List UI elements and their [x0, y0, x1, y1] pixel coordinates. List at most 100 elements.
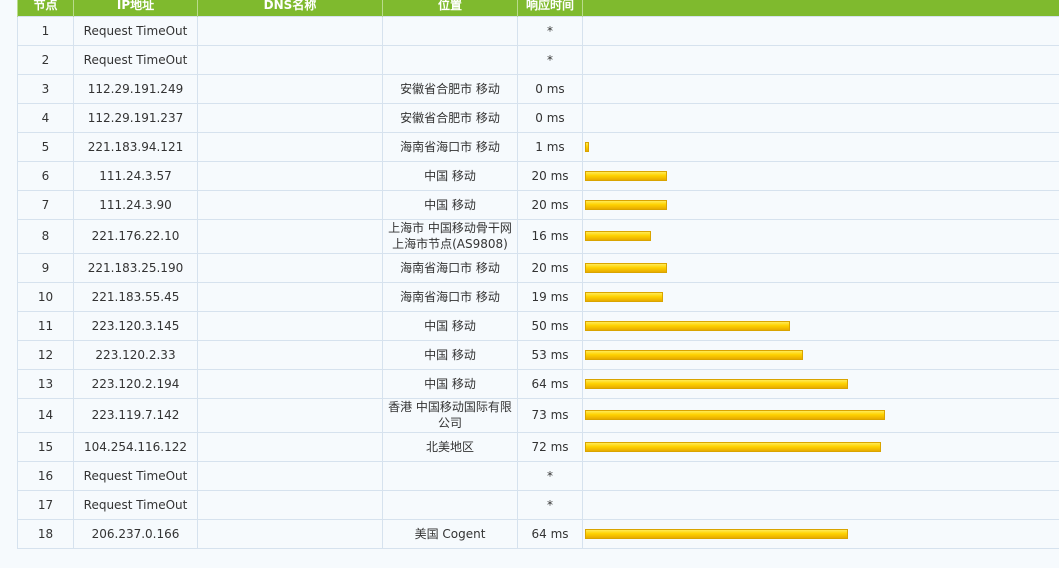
traceroute-table: 节点 IP地址 DNS名称 位置 响应时间 1 Request TimeOut * 2…: [17, 0, 1059, 549]
dns-cell: [197, 431, 383, 462]
response-bar-cell: [582, 44, 1059, 75]
header-hop: 节点: [17, 0, 74, 16]
hop-cell: 10: [17, 281, 74, 312]
response-bar-cell: [582, 252, 1059, 283]
ip-cell: 223.120.2.194: [73, 368, 198, 399]
location-text: 香港 中国移动国际有限公司: [388, 400, 512, 430]
ip-cell: 221.183.94.121: [73, 131, 198, 162]
ip-cell: Request TimeOut: [73, 460, 198, 491]
location-text: 上海市 中国移动骨干网上海市节点(AS9808): [388, 221, 512, 251]
response-time-cell: 20 ms: [517, 160, 583, 191]
location-cell: [382, 489, 518, 520]
location-cell: [382, 460, 518, 491]
dns-cell: [197, 102, 383, 133]
location-cell: 海南省海口市 移动: [382, 252, 518, 283]
table-body: 1 Request TimeOut * 2 Request TimeOut * 3 112.2…: [17, 15, 1059, 549]
location-cell: 美国 Cogent: [382, 518, 518, 549]
header-ip: IP地址: [73, 0, 198, 16]
table-row: 9 221.183.25.190 海南省海口市 移动 20 ms: [17, 252, 1059, 283]
response-time-bar: [585, 199, 667, 210]
response-time-cell: 20 ms: [517, 189, 583, 220]
response-bar-cell: [582, 431, 1059, 462]
location-cell: 安徽省合肥市 移动: [382, 73, 518, 104]
response-time-bar: [585, 378, 848, 389]
location-cell: 香港 中国移动国际有限公司: [382, 397, 518, 433]
dns-cell: [197, 15, 383, 46]
ip-cell: 221.176.22.10: [73, 218, 198, 254]
location-cell: 海南省海口市 移动: [382, 281, 518, 312]
dns-cell: [197, 131, 383, 162]
ip-cell: 223.119.7.142: [73, 397, 198, 433]
hop-cell: 15: [17, 431, 74, 462]
location-text: 北美地区: [425, 439, 474, 454]
location-text: 中国 移动: [424, 347, 476, 362]
response-time-bar: [585, 291, 663, 302]
hop-cell: 9: [17, 252, 74, 283]
response-bar-cell: [582, 339, 1059, 370]
dns-cell: [197, 460, 383, 491]
hop-cell: 8: [17, 218, 74, 254]
location-text: 中国 移动: [424, 376, 476, 391]
hop-cell: 12: [17, 339, 74, 370]
response-time-bar: [585, 170, 667, 181]
ip-cell: 221.183.25.190: [73, 252, 198, 283]
ip-cell: 112.29.191.249: [73, 73, 198, 104]
location-cell: 中国 移动: [382, 339, 518, 370]
ip-cell: Request TimeOut: [73, 489, 198, 520]
table-row: 17 Request TimeOut *: [17, 489, 1059, 520]
response-time-bar: [585, 141, 589, 152]
hop-cell: 5: [17, 131, 74, 162]
location-cell: 中国 移动: [382, 160, 518, 191]
hop-cell: 3: [17, 73, 74, 104]
response-time-cell: 0 ms: [517, 73, 583, 104]
hop-cell: 13: [17, 368, 74, 399]
table-row: 13 223.120.2.194 中国 移动 64 ms: [17, 368, 1059, 399]
response-time-cell: *: [517, 15, 583, 46]
table-row: 8 221.176.22.10 上海市 中国移动骨干网上海市节点(AS9808) 16…: [17, 218, 1059, 254]
response-bar-cell: [582, 73, 1059, 104]
dns-cell: [197, 310, 383, 341]
table-row: 3 112.29.191.249 安徽省合肥市 移动 0 ms: [17, 73, 1059, 104]
table-row: 14 223.119.7.142 香港 中国移动国际有限公司 73 ms: [17, 397, 1059, 433]
response-bar-cell: [582, 397, 1059, 433]
table-row: 16 Request TimeOut *: [17, 460, 1059, 491]
response-time-bar: [585, 262, 667, 273]
response-time-cell: 64 ms: [517, 518, 583, 549]
response-time-cell: 1 ms: [517, 131, 583, 162]
hop-cell: 4: [17, 102, 74, 133]
ip-cell: 112.29.191.237: [73, 102, 198, 133]
response-time-cell: 50 ms: [517, 310, 583, 341]
ip-cell: 111.24.3.90: [73, 189, 198, 220]
ip-cell: 223.120.2.33: [73, 339, 198, 370]
response-time-bar: [585, 231, 651, 241]
ip-cell: Request TimeOut: [73, 15, 198, 46]
dns-cell: [197, 489, 383, 520]
location-text: 中国 移动: [424, 168, 476, 183]
hop-cell: 1: [17, 15, 74, 46]
location-text: 中国 移动: [424, 197, 476, 212]
ip-cell: 206.237.0.166: [73, 518, 198, 549]
table-row: 7 111.24.3.90 中国 移动 20 ms: [17, 189, 1059, 220]
dns-cell: [197, 281, 383, 312]
response-bar-cell: [582, 460, 1059, 491]
response-time-cell: *: [517, 460, 583, 491]
location-text: 中国 移动: [424, 318, 476, 333]
response-bar-cell: [582, 489, 1059, 520]
response-bar-cell: [582, 160, 1059, 191]
location-cell: 上海市 中国移动骨干网上海市节点(AS9808): [382, 218, 518, 254]
dns-cell: [197, 339, 383, 370]
response-time-bar: [585, 410, 885, 420]
response-bar-cell: [582, 131, 1059, 162]
table-row: 15 104.254.116.122 北美地区 72 ms: [17, 431, 1059, 462]
response-time-bar: [585, 320, 790, 331]
location-cell: 北美地区: [382, 431, 518, 462]
dns-cell: [197, 218, 383, 254]
header-response-time: 响应时间: [517, 0, 583, 16]
table-row: 2 Request TimeOut *: [17, 44, 1059, 75]
location-text: 安徽省合肥市 移动: [400, 110, 500, 125]
hop-cell: 16: [17, 460, 74, 491]
hop-cell: 7: [17, 189, 74, 220]
hop-cell: 11: [17, 310, 74, 341]
location-cell: [382, 44, 518, 75]
dns-cell: [197, 518, 383, 549]
